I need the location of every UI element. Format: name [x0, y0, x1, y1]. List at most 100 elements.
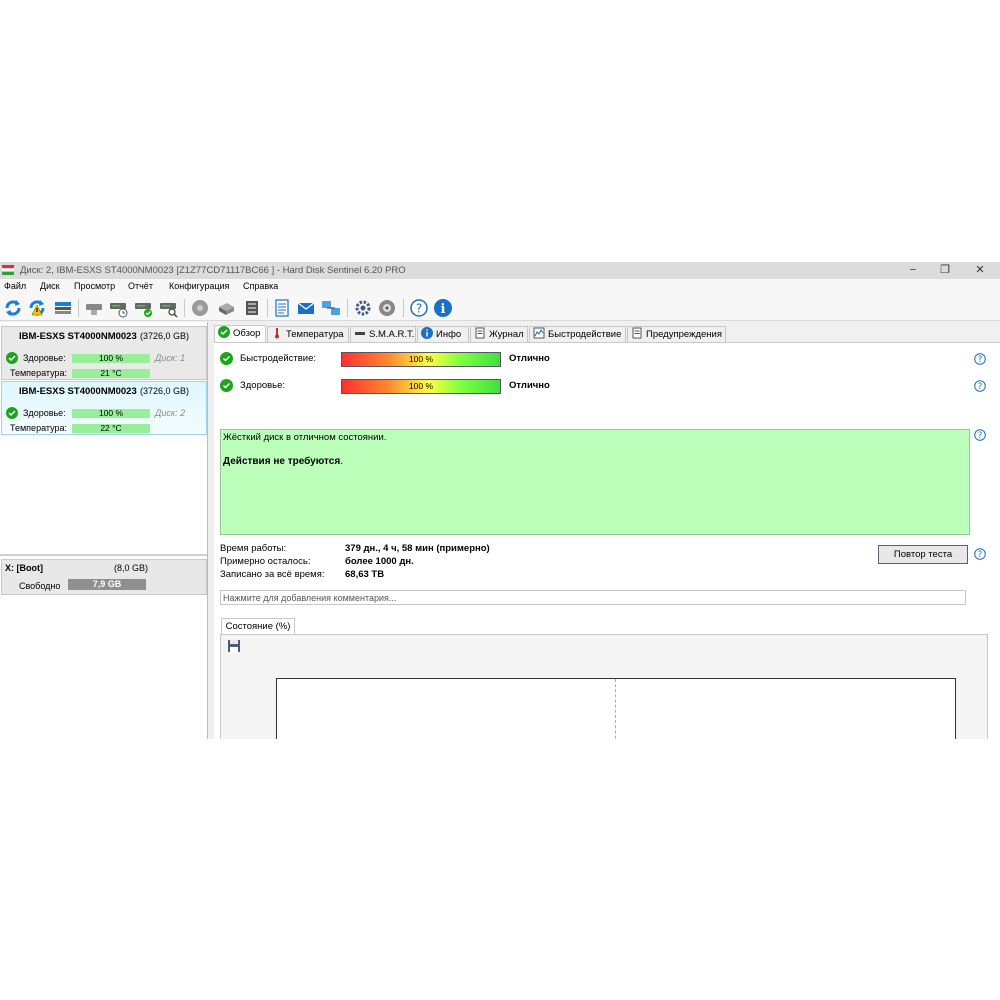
- tab-health-history[interactable]: Состояние (%): [221, 618, 295, 635]
- document-icon: [475, 327, 485, 339]
- status-line-2-dot: .: [340, 456, 343, 467]
- toolbar-separator: [184, 299, 185, 317]
- temperature-bar: 21 °C: [72, 369, 150, 378]
- free-space-label: Свободно: [19, 581, 61, 591]
- uptime-value: 379 дн., 4 ч, 58 мин (примерно): [345, 543, 490, 554]
- health-bar: 100 %: [72, 354, 150, 363]
- network-icon[interactable]: [321, 298, 341, 318]
- help-icon[interactable]: ?: [974, 353, 986, 365]
- server-icon[interactable]: [242, 298, 262, 318]
- tab-label: Журнал: [489, 329, 524, 340]
- disk-item-1[interactable]: IBM-ESXS ST4000NM0023 (3726,0 GB) Здоров…: [1, 326, 207, 380]
- temperature-label: Температура:: [10, 368, 68, 378]
- menu-file[interactable]: Файл: [4, 281, 26, 291]
- svg-text:?: ?: [978, 550, 983, 560]
- health-label: Здоровье:: [23, 408, 66, 418]
- volume-size: (8,0 GB): [114, 563, 149, 573]
- menu-configuration[interactable]: Конфигурация: [169, 281, 229, 291]
- status-line-2: Действия не требуются.: [223, 456, 343, 467]
- window-title: Диск: 2, IBM-ESXS ST4000NM0023 [Z1Z77CD7…: [20, 265, 406, 276]
- maximize-button[interactable]: ❐: [930, 262, 960, 279]
- tab-label: Инфо: [436, 329, 462, 340]
- health-status: Отлично: [509, 380, 550, 391]
- tab-label: Предупреждения: [646, 329, 722, 340]
- pane-divider: [0, 554, 207, 556]
- tab-alerts[interactable]: Предупреждения: [627, 326, 726, 342]
- disk-size: (3726,0 GB): [140, 386, 190, 396]
- settings-icon[interactable]: [353, 298, 373, 318]
- retest-button[interactable]: Повтор теста: [878, 545, 968, 564]
- disk-time-icon[interactable]: [109, 298, 129, 318]
- save-icon[interactable]: [227, 639, 241, 653]
- disk-gray-icon[interactable]: [84, 298, 104, 318]
- refresh-alert-icon[interactable]: [27, 298, 47, 318]
- svg-text:i: i: [441, 302, 446, 317]
- toolbar-separator: [78, 299, 79, 317]
- tab-bar: Обзор Температура S.M.A.R.T. Инфо Журнал…: [214, 325, 1000, 343]
- help-icon[interactable]: ?: [409, 298, 429, 318]
- health-history-chart: [276, 678, 956, 739]
- network-drive-icon[interactable]: [216, 298, 236, 318]
- remaining-row: Примерно осталось: более 1000 дн.: [220, 556, 620, 567]
- health-history-panel: [220, 634, 988, 739]
- tab-temperature[interactable]: Температура: [267, 326, 349, 342]
- health-label: Здоровье:: [23, 353, 66, 363]
- svg-text:?: ?: [978, 355, 983, 365]
- chart-icon: [533, 327, 545, 339]
- menu-help[interactable]: Справка: [243, 281, 278, 291]
- help-icon[interactable]: ?: [974, 429, 986, 441]
- toolbar-separator: [347, 299, 348, 317]
- check-icon: [6, 407, 18, 419]
- minimize-button[interactable]: −: [898, 262, 928, 279]
- close-button[interactable]: ✕: [965, 262, 995, 279]
- temperature-bar: 22 °C: [72, 424, 150, 433]
- document-icon: [632, 327, 642, 339]
- disk-item-2[interactable]: IBM-ESXS ST4000NM0023 (3726,0 GB) Здоров…: [1, 381, 207, 435]
- written-value: 68,63 TB: [345, 569, 385, 580]
- disk-number: Диск: 1: [155, 353, 186, 363]
- disk-list-icon[interactable]: [53, 298, 73, 318]
- tab-log[interactable]: Журнал: [470, 326, 528, 342]
- volume-name: X: [Boot]: [5, 563, 43, 573]
- disk-number: Диск: 2: [155, 408, 186, 418]
- disk-size: (3726,0 GB): [140, 331, 190, 341]
- uptime-label: Время работы:: [220, 543, 287, 554]
- tab-smart[interactable]: S.M.A.R.T.: [350, 326, 416, 342]
- performance-bar: 100 %: [341, 352, 501, 367]
- menu-disk[interactable]: Диск: [40, 281, 60, 291]
- disk-name: IBM-ESXS ST4000NM0023: [19, 331, 137, 342]
- info-icon[interactable]: i: [433, 298, 453, 318]
- health-label: Здоровье:: [240, 380, 286, 391]
- tab-performance[interactable]: Быстродействие: [529, 326, 626, 342]
- hdd-globe-icon[interactable]: [190, 298, 210, 318]
- tab-info[interactable]: Инфо: [417, 326, 469, 342]
- menu-report[interactable]: Отчёт: [128, 281, 153, 291]
- menu-view[interactable]: Просмотр: [74, 281, 115, 291]
- disk-name: IBM-ESXS ST4000NM0023: [19, 386, 137, 397]
- disk-check-icon[interactable]: [134, 298, 154, 318]
- thermometer-icon: [275, 328, 279, 339]
- volume-item[interactable]: X: [Boot] (8,0 GB) Свободно 7,9 GB: [1, 559, 207, 595]
- check-icon: [220, 352, 233, 365]
- check-icon: [218, 326, 230, 339]
- disk-search-icon[interactable]: [159, 298, 179, 318]
- help-icon[interactable]: ?: [974, 380, 986, 392]
- tab-overview[interactable]: Обзор: [214, 325, 266, 343]
- tab-label: Температура: [286, 329, 344, 340]
- check-icon: [6, 352, 18, 364]
- tab-label: S.M.A.R.T.: [369, 329, 415, 340]
- report-icon[interactable]: [272, 298, 292, 318]
- check-icon: [220, 379, 233, 392]
- disk-list-pane: IBM-ESXS ST4000NM0023 (3726,0 GB) Здоров…: [0, 322, 208, 739]
- help-icon[interactable]: ?: [974, 548, 986, 560]
- uptime-row: Время работы: 379 дн., 4 ч, 58 мин (прим…: [220, 543, 620, 554]
- tab-label: Быстродействие: [548, 329, 622, 340]
- comment-field[interactable]: Нажмите для добавления комментария...: [220, 590, 966, 605]
- email-icon[interactable]: [296, 298, 316, 318]
- sound-icon[interactable]: [377, 298, 397, 318]
- status-line-2-text: Действия не требуются: [223, 456, 341, 467]
- refresh-icon[interactable]: [3, 298, 23, 318]
- app-icon: [2, 265, 14, 275]
- main-pane: Обзор Температура S.M.A.R.T. Инфо Журнал…: [214, 322, 1000, 739]
- toolbar-separator: [267, 299, 268, 317]
